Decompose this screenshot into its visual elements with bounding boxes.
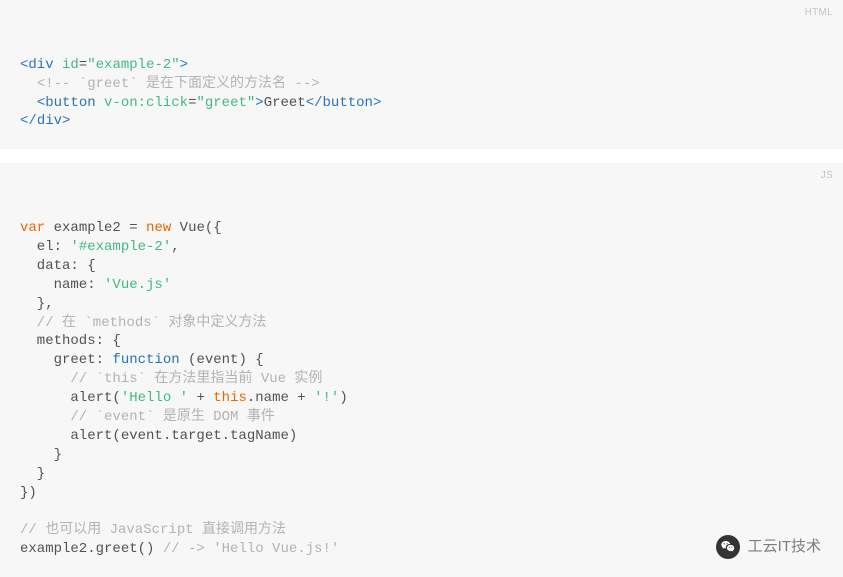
text: +: [188, 390, 213, 406]
punct: >: [62, 113, 70, 129]
punct: >: [373, 95, 381, 111]
text: Vue({: [171, 220, 221, 236]
comment: <!-- `greet` 是在下面定义的方法名 -->: [37, 76, 320, 92]
line: el: '#example-2',: [20, 239, 180, 255]
line: <div id="example-2">: [20, 57, 188, 73]
keyword: this: [213, 390, 247, 406]
line: alert(event.target.tagName): [20, 428, 297, 444]
html-code-block: HTML <div id="example-2"> <!-- `greet` 是…: [0, 0, 843, 149]
comment: // 在 `methods` 对象中定义方法: [20, 315, 266, 331]
line: },: [20, 296, 54, 312]
arg: event: [196, 352, 238, 368]
line: </div>: [20, 113, 70, 129]
js-code-block: JS var example2 = new Vue({ el: '#exampl…: [0, 163, 843, 577]
tag: div: [37, 113, 62, 129]
line: var example2 = new Vue({: [20, 220, 222, 236]
line: greet: function (event) {: [20, 352, 264, 368]
comment: // -> 'Hello Vue.js!': [163, 541, 339, 557]
keyword: new: [146, 220, 171, 236]
line: methods: {: [20, 333, 121, 349]
text: example2 =: [45, 220, 146, 236]
string: 'Vue.js': [104, 277, 171, 293]
attr-value: "greet": [196, 95, 255, 111]
comment: // `this` 在方法里指当前 Vue 实例: [20, 371, 322, 387]
text: name:: [20, 277, 104, 293]
text: el:: [20, 239, 70, 255]
text: ,: [171, 239, 179, 255]
text: .name +: [247, 390, 314, 406]
punct: >: [255, 95, 263, 111]
block-gap: [0, 149, 843, 163]
lang-label-js: JS: [821, 169, 833, 183]
text: greet:: [20, 352, 112, 368]
tag: button: [45, 95, 95, 111]
line: example2.greet() // -> 'Hello Vue.js!': [20, 541, 339, 557]
line: data: {: [20, 258, 96, 274]
punct: </: [306, 95, 323, 111]
keyword: var: [20, 220, 45, 236]
line: }: [20, 466, 45, 482]
space: [96, 95, 104, 111]
punct: >: [180, 57, 188, 73]
line: }): [20, 485, 37, 501]
punct: </: [20, 113, 37, 129]
text: ): [339, 390, 347, 406]
space: [54, 57, 62, 73]
line: }: [20, 447, 62, 463]
string: '#example-2': [70, 239, 171, 255]
attr: v-on:click: [104, 95, 188, 111]
tag: div: [28, 57, 53, 73]
keyword: function: [112, 352, 179, 368]
punct: <: [37, 95, 45, 111]
text: alert(: [20, 390, 121, 406]
text: Greet: [264, 95, 306, 111]
text: (: [180, 352, 197, 368]
text: ) {: [238, 352, 263, 368]
tag: button: [323, 95, 373, 111]
attr: id: [62, 57, 79, 73]
string: '!': [314, 390, 339, 406]
attr-value: "example-2": [87, 57, 179, 73]
lang-label-html: HTML: [805, 6, 833, 20]
line: name: 'Vue.js': [20, 277, 171, 293]
string: 'Hello ': [121, 390, 188, 406]
comment: // `event` 是原生 DOM 事件: [20, 409, 275, 425]
line: alert('Hello ' + this.name + '!'): [20, 390, 348, 406]
eq: =: [79, 57, 87, 73]
line: <button v-on:click="greet">Greet</button…: [37, 95, 382, 111]
text: example2.greet(): [20, 541, 163, 557]
comment: // 也可以用 JavaScript 直接调用方法: [20, 522, 286, 538]
